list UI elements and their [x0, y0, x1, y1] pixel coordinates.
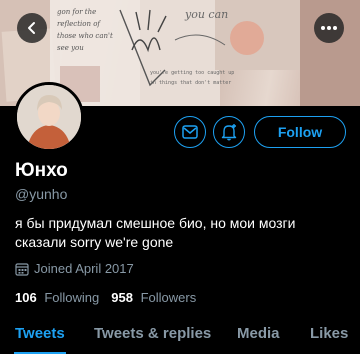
tab-tweets[interactable]: Tweets	[15, 325, 65, 342]
followers-count: 958	[111, 290, 133, 305]
svg-text:those who can't: those who can't	[57, 32, 113, 40]
tab-likes[interactable]: Likes	[310, 325, 348, 342]
message-button[interactable]	[174, 116, 206, 148]
following-count: 106	[15, 290, 37, 305]
profile-handle: @yunho	[15, 186, 68, 202]
bio-line: я бы придумал смешное био, но мои мозги	[15, 215, 296, 231]
svg-text:you can: you can	[184, 8, 228, 21]
following-label: Following	[44, 290, 100, 305]
avatar[interactable]	[14, 82, 84, 152]
envelope-icon	[182, 125, 198, 139]
svg-text:reflection of: reflection of	[57, 20, 101, 28]
svg-text:in things that don't matter: in things that don't matter	[150, 80, 231, 86]
bell-plus-icon	[221, 124, 237, 141]
join-date-text: Joined April 2017	[34, 261, 134, 276]
profile-tabs: Tweets Tweets & replies Media Likes	[0, 322, 360, 354]
notifications-button[interactable]	[213, 116, 245, 148]
profile-bio: я бы придумал смешное био, но мои мозги …	[15, 214, 350, 252]
followers-stat[interactable]: 958 Followers	[111, 290, 196, 305]
followers-label: Followers	[140, 290, 197, 305]
bio-line: сказали sorry we're gone	[15, 234, 174, 250]
svg-text:see you: see you	[57, 44, 84, 52]
more-options-button[interactable]	[314, 13, 344, 43]
arrow-left-icon	[28, 22, 35, 34]
follow-button[interactable]: Follow	[254, 116, 346, 148]
profile-name: Юнхо	[15, 160, 68, 181]
calendar-icon	[15, 262, 29, 276]
back-button[interactable]	[17, 13, 47, 43]
more-dots-icon	[321, 26, 337, 30]
tab-tweets-replies[interactable]: Tweets & replies	[94, 325, 211, 342]
svg-text:you're getting too caught up: you're getting too caught up	[150, 70, 234, 76]
tab-media[interactable]: Media	[237, 325, 280, 342]
following-stat[interactable]: 106 Following	[15, 290, 99, 305]
follow-stats: 106 Following 958 Followers	[15, 290, 208, 305]
join-date: Joined April 2017	[15, 261, 134, 276]
svg-text:gon for the: gon for the	[57, 8, 96, 16]
avatar-photo	[17, 85, 81, 149]
